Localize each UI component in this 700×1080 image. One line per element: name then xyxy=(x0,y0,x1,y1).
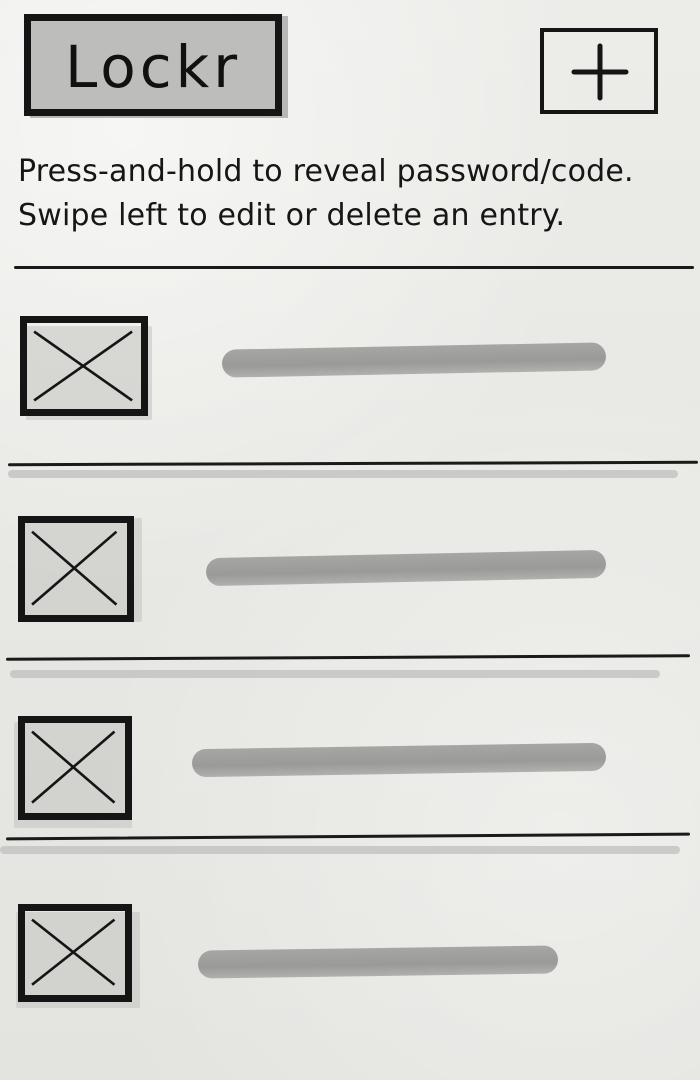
entry-row[interactable] xyxy=(0,700,700,890)
entry-thumbnail xyxy=(18,904,132,1002)
entry-label-placeholder xyxy=(197,945,559,979)
add-entry-button[interactable] xyxy=(540,28,658,114)
image-placeholder-icon xyxy=(31,918,116,986)
entry-thumbnail xyxy=(18,716,132,820)
instruction-line-1: Press-and-hold to reveal password/code. xyxy=(18,154,634,189)
image-placeholder-icon xyxy=(31,530,118,606)
entry-row[interactable] xyxy=(0,890,700,1080)
image-placeholder-icon xyxy=(33,330,133,402)
app-title: Lockr xyxy=(64,33,242,101)
entry-thumbnail xyxy=(18,516,134,622)
entry-thumbnail xyxy=(20,316,148,416)
app-logo: Lockr xyxy=(24,14,282,116)
entry-label-placeholder xyxy=(205,549,607,587)
plus-icon xyxy=(571,43,629,101)
entry-label-placeholder xyxy=(221,342,607,378)
header-divider xyxy=(14,266,694,269)
instructions: Press-and-hold to reveal password/code. … xyxy=(18,150,698,238)
instruction-line-2: Swipe left to edit or delete an entry. xyxy=(18,198,566,233)
entry-label-placeholder xyxy=(191,742,607,778)
image-placeholder-icon xyxy=(31,730,116,804)
entry-row[interactable] xyxy=(0,300,700,490)
entry-row[interactable] xyxy=(0,498,700,688)
